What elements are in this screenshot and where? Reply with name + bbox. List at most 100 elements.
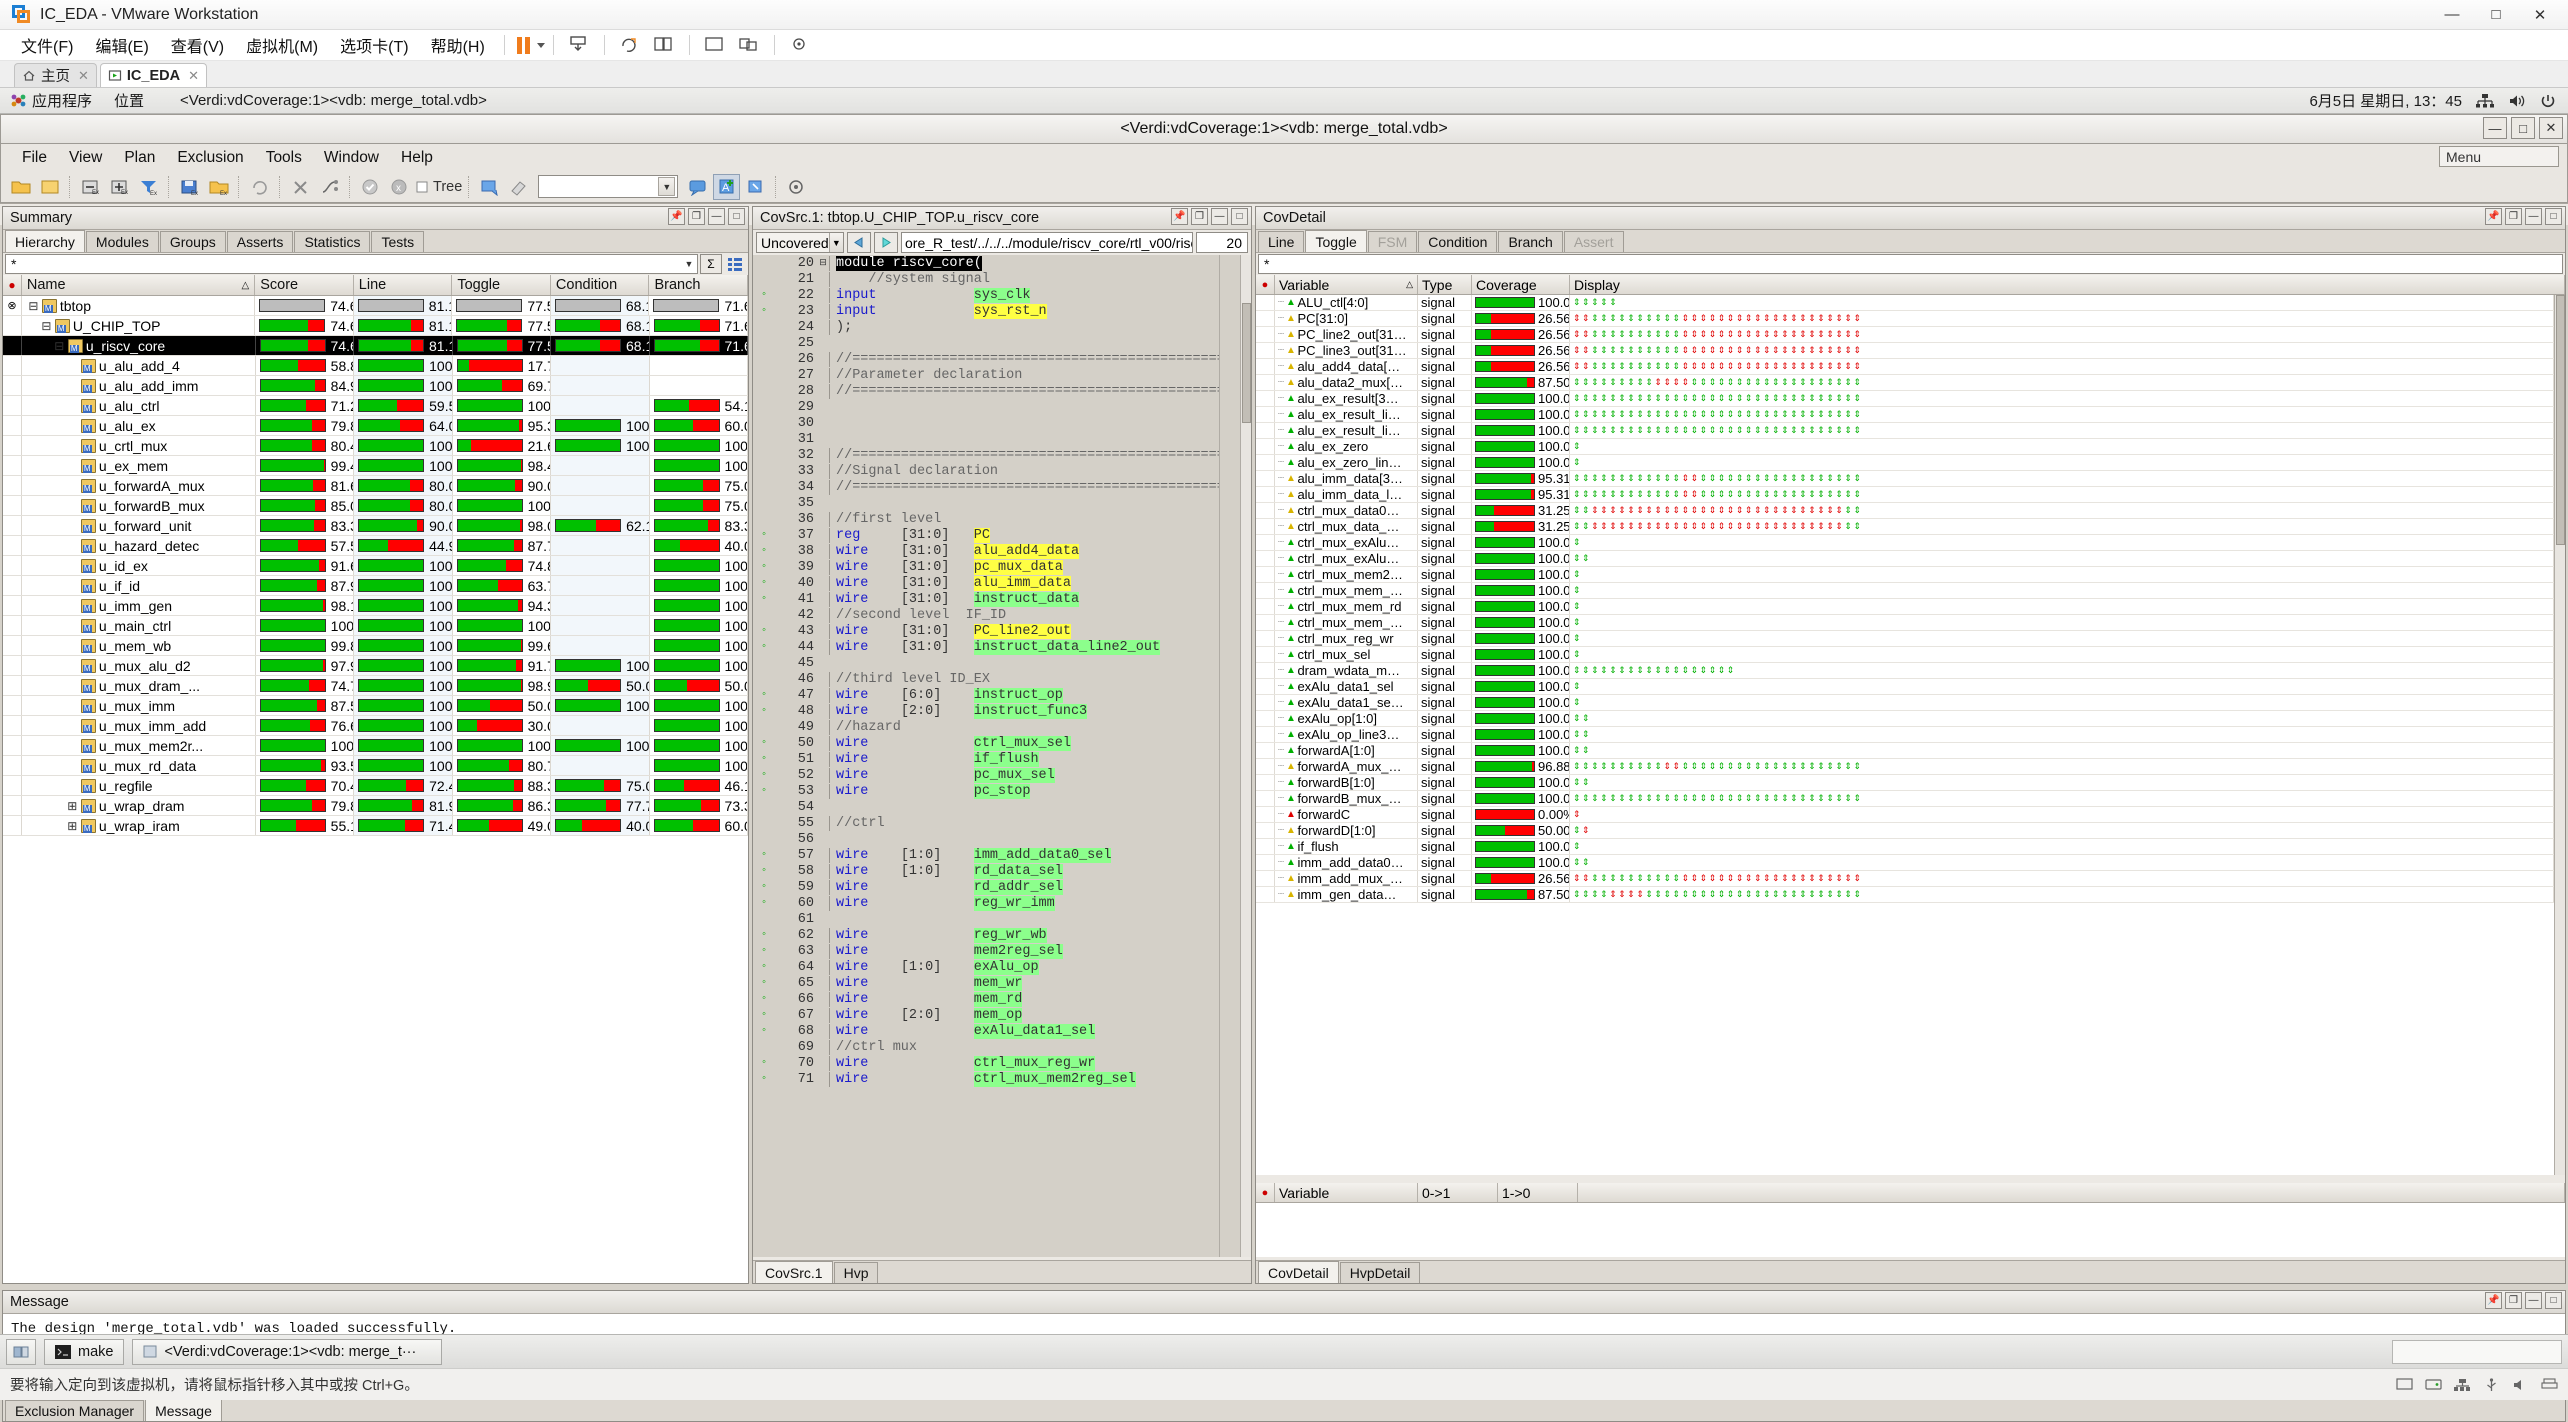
vmware-tab-home[interactable]: 主页 ✕ xyxy=(14,63,97,87)
row-exclusion-cell[interactable] xyxy=(1256,823,1275,838)
row-exclusion-cell[interactable] xyxy=(1256,359,1275,374)
load-exclusion-icon[interactable]: Ex xyxy=(205,174,232,200)
disk-icon[interactable] xyxy=(2425,1378,2442,1392)
table-row[interactable]: u_mux_alu_d297.94%100.00%91.75%100.00%10… xyxy=(3,656,748,676)
row-exclusion-cell[interactable] xyxy=(1256,327,1275,342)
tab-asserts[interactable]: Asserts xyxy=(227,231,294,252)
source-line-number[interactable]: 20 xyxy=(1196,232,1248,253)
row-name-cell[interactable]: u_alu_ctrl xyxy=(22,396,256,415)
row-exclusion-cell[interactable] xyxy=(1256,535,1275,550)
source-line[interactable]: 25 xyxy=(753,335,1251,351)
exclude-add-icon[interactable]: Ex xyxy=(106,174,133,200)
refresh-icon[interactable] xyxy=(246,174,273,200)
table-row[interactable]: ┈▲ctrl_mux_reg_wrsignal100.00%⇕ xyxy=(1256,631,2554,647)
row-exclusion-cell[interactable] xyxy=(1256,583,1275,598)
row-exclusion-cell[interactable] xyxy=(1256,727,1275,742)
table-row[interactable]: u_ex_mem99.47%100.00%98.41%100.00% xyxy=(3,456,748,476)
table-row[interactable]: u_mux_rd_data93.59%100.00%80.77%100.00% xyxy=(3,756,748,776)
tab-branch[interactable]: Branch xyxy=(1498,231,1562,252)
table-row[interactable]: ┈▲dram_wdata_m…signal100.00%⇕⇕⇕⇕⇕⇕⇕⇕⇕⇕⇕⇕… xyxy=(1256,663,2554,679)
close-icon[interactable]: ✕ xyxy=(78,68,89,84)
row-name-cell[interactable]: u_alu_add_4 xyxy=(22,356,256,375)
annotation-combo[interactable]: ▼ xyxy=(538,175,678,198)
revert-snapshot-icon[interactable] xyxy=(617,34,643,56)
row-exclusion-cell[interactable] xyxy=(1256,519,1275,534)
row-exclusion-cell[interactable] xyxy=(1256,567,1275,582)
row-variable-cell[interactable]: ┈▲alu_add4_data[… xyxy=(1275,359,1418,374)
row-exclusion-cell[interactable] xyxy=(3,796,22,815)
row-exclusion-cell[interactable] xyxy=(1256,615,1275,630)
source-line[interactable]: 49//hazard xyxy=(753,719,1251,735)
table-row[interactable]: ⊗⊟tbtop74.62%81.13%77.57%68.13%71.66% xyxy=(3,296,748,316)
table-row[interactable]: u_mux_imm87.50%100.00%50.00%100.00%100.0… xyxy=(3,696,748,716)
fold-icon[interactable]: ⊟ xyxy=(817,258,829,268)
row-variable-cell[interactable]: ┈▲forwardA[1:0] xyxy=(1275,743,1418,758)
table-row[interactable]: ┈▲ctrl_mux_exAlu…signal100.00%⇕⇕ xyxy=(1256,551,2554,567)
table-row[interactable]: ┈▲forwardA_mux_…signal96.88%⇕⇕⇕⇕⇕⇕⇕⇕⇕⇕⇕⇕… xyxy=(1256,759,2554,775)
undock-icon[interactable]: ❐ xyxy=(2505,208,2522,225)
row-name-cell[interactable]: u_imm_gen xyxy=(22,596,256,615)
table-row[interactable]: u_mem_wb99.88%100.00%99.65%100.00% xyxy=(3,636,748,656)
row-name-cell[interactable]: ⊟u_riscv_core xyxy=(22,336,256,355)
network-icon[interactable] xyxy=(2454,1378,2471,1392)
exclude-filter-icon[interactable]: Ex xyxy=(135,174,162,200)
source-line[interactable]: ◦62wire reg_wr_wb ; xyxy=(753,927,1251,943)
vmware-menu-vm[interactable]: 虚拟机(M) xyxy=(235,30,329,60)
network-icon[interactable] xyxy=(2476,93,2494,109)
row-variable-cell[interactable]: ┈▲PC_line2_out[31… xyxy=(1275,327,1418,342)
row-variable-cell[interactable]: ┈▲imm_add_data0… xyxy=(1275,855,1418,870)
row-exclusion-cell[interactable] xyxy=(3,436,22,455)
table-row[interactable]: ┈▲ctrl_mux_mem_…signal100.00%⇕ xyxy=(1256,583,2554,599)
table-row[interactable]: ┈▲ctrl_mux_exAlu…signal100.00%⇕ xyxy=(1256,535,2554,551)
table-row[interactable]: ⊟U_CHIP_TOP74.62%81.13%77.57%68.13%71.66… xyxy=(3,316,748,336)
row-variable-cell[interactable]: ┈▲exAlu_op_line3… xyxy=(1275,727,1418,742)
tab-exclusion-manager[interactable]: Exclusion Manager xyxy=(5,1400,144,1421)
open-folder-icon[interactable] xyxy=(7,174,34,200)
minimize-icon[interactable]: — xyxy=(1211,208,1228,225)
table-row[interactable]: u_alu_ex79.84%64.00%95.37%100.00%60.00% xyxy=(3,416,748,436)
taskbar-item-make[interactable]: make xyxy=(44,1339,124,1365)
row-variable-cell[interactable]: ┈▲ALU_ctl[4:0] xyxy=(1275,295,1418,310)
snapshot-manager-icon[interactable] xyxy=(651,34,677,56)
detail-filter-input[interactable]: * xyxy=(1258,254,2563,274)
source-scrollbar[interactable] xyxy=(1240,255,1251,1257)
verdi-minimize-button[interactable]: — xyxy=(2483,117,2507,139)
row-name-cell[interactable]: u_if_id xyxy=(22,576,256,595)
source-line[interactable]: 35 xyxy=(753,495,1251,511)
source-line[interactable]: 54 xyxy=(753,799,1251,815)
maximize-icon[interactable]: □ xyxy=(1231,208,1248,225)
annotate-icon[interactable] xyxy=(476,174,503,200)
open-recent-icon[interactable] xyxy=(36,174,63,200)
source-code-area[interactable]: 20⊟module riscv_core(21 //system signal◦… xyxy=(753,255,1251,1257)
row-name-cell[interactable]: ⊞u_wrap_dram xyxy=(22,796,256,815)
tab-line[interactable]: Line xyxy=(1258,231,1304,252)
source-line[interactable]: ◦38wire [31:0] alu_add4_data ; xyxy=(753,543,1251,559)
table-row[interactable]: ┈▲ctrl_mux_data_…signal31.25%⇕⇕⇕⇕⇕⇕⇕⇕⇕⇕⇕… xyxy=(1256,519,2554,535)
printer-icon[interactable] xyxy=(2541,1378,2558,1392)
vmware-close-button[interactable]: ✕ xyxy=(2518,0,2562,29)
row-exclusion-cell[interactable] xyxy=(1256,487,1275,502)
source-line[interactable]: 32//====================================… xyxy=(753,447,1251,463)
save-exclusion-icon[interactable]: Ex xyxy=(176,174,203,200)
vmware-minimize-button[interactable]: — xyxy=(2430,0,2474,29)
chevron-down-icon[interactable] xyxy=(537,43,545,48)
table-row[interactable]: u_id_ex91.61%100.00%74.84%100.00% xyxy=(3,556,748,576)
table-row[interactable]: u_alu_add_458.85%100.00%17.71% xyxy=(3,356,748,376)
source-line[interactable]: ◦40wire [31:0] alu_imm_data ; xyxy=(753,575,1251,591)
row-name-cell[interactable]: ⊟U_CHIP_TOP xyxy=(22,316,256,335)
table-row[interactable]: ┈▲ALU_ctl[4:0]signal100.00%⇕⇕⇕⇕⇕ xyxy=(1256,295,2554,311)
source-line[interactable]: ◦37reg [31:0] PC ; xyxy=(753,527,1251,543)
row-variable-cell[interactable]: ┈▲forwardA_mux_… xyxy=(1275,759,1418,774)
row-exclusion-cell[interactable] xyxy=(1256,391,1275,406)
row-exclusion-cell[interactable] xyxy=(3,696,22,715)
source-line[interactable]: ◦65wire mem_wr ; xyxy=(753,975,1251,991)
minimize-icon[interactable]: — xyxy=(2525,1292,2542,1309)
pin-icon[interactable]: 📌 xyxy=(1171,208,1188,225)
verdi-menu-search-box[interactable]: Menu xyxy=(2439,146,2559,167)
row-variable-cell[interactable]: ┈▲ctrl_mux_reg_wr xyxy=(1275,631,1418,646)
source-line[interactable]: 69//ctrl mux xyxy=(753,1039,1251,1055)
table-row[interactable]: u_forwardB_mux85.00%80.00%100.00%75.00% xyxy=(3,496,748,516)
summary-panel-buttons[interactable]: 📌 ❐ — □ xyxy=(668,208,745,225)
table-row[interactable]: ┈▲alu_add4_data[…signal26.56%⇕⇕⇕⇕⇕⇕⇕⇕⇕⇕⇕… xyxy=(1256,359,2554,375)
row-variable-cell[interactable]: ┈▲ctrl_mux_mem_rd xyxy=(1275,599,1418,614)
